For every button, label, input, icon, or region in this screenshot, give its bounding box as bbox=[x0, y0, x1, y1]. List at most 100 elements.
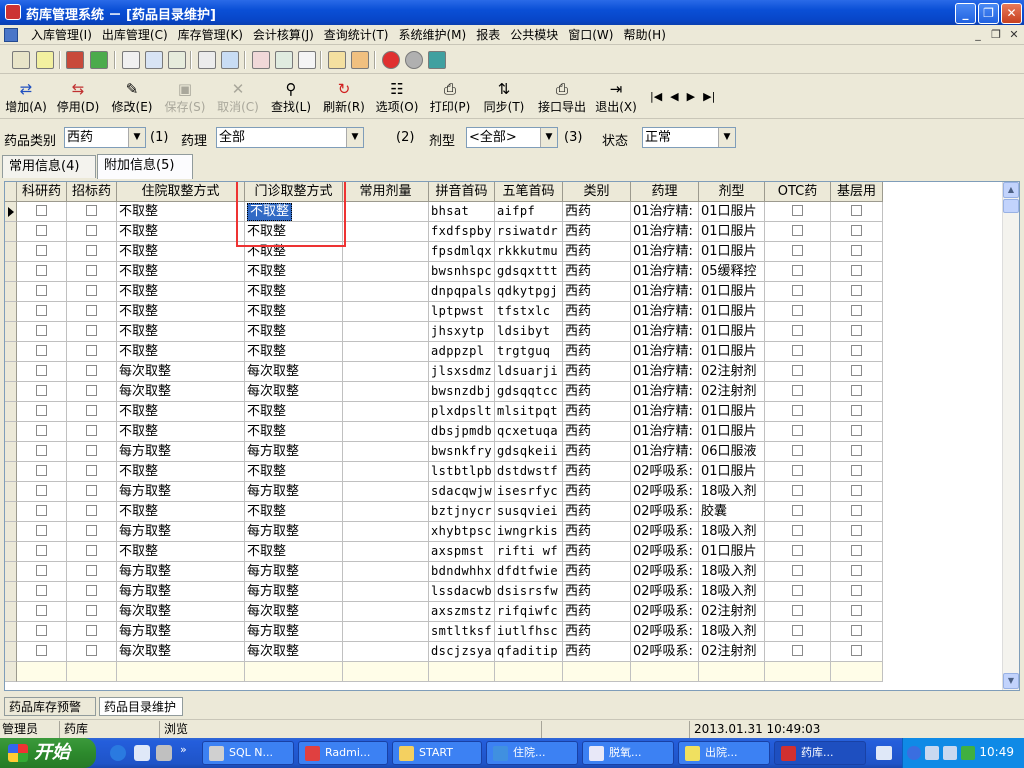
cell-research[interactable] bbox=[17, 502, 67, 522]
cell-research[interactable] bbox=[17, 222, 67, 242]
thermometer-icon[interactable] bbox=[351, 51, 369, 69]
book-icon[interactable] bbox=[66, 51, 84, 69]
restore-button[interactable]: ❐ bbox=[978, 3, 999, 24]
cell-tender[interactable] bbox=[67, 322, 117, 342]
table-row[interactable]: 不取整 不取整 plxdpslt mlsitpqt 西药 01治疗精: 01口服片 bbox=[5, 402, 883, 422]
cell-pharmacology[interactable]: 02呼吸系: bbox=[631, 562, 699, 582]
cell-wubi-code[interactable]: susqviei bbox=[495, 502, 563, 522]
cell-inpatient-rounding[interactable]: 不取整 bbox=[117, 342, 245, 362]
row-indicator[interactable] bbox=[5, 622, 17, 642]
cell-pharmacology[interactable]: 01治疗精: bbox=[631, 342, 699, 362]
status-select[interactable]: 正常 ▼ bbox=[642, 127, 736, 148]
cell-wubi-code[interactable]: gdsqxttt bbox=[495, 262, 563, 282]
cell-common-dose[interactable] bbox=[343, 602, 429, 622]
sync-button[interactable]: ⇅ 同步(T) bbox=[481, 79, 527, 117]
checkbox[interactable] bbox=[86, 345, 97, 356]
checkbox[interactable] bbox=[86, 245, 97, 256]
cell-pharmacology[interactable]: 01治疗精: bbox=[631, 202, 699, 222]
cell-outpatient-rounding[interactable]: 每方取整 bbox=[245, 442, 343, 462]
cell-common-dose[interactable] bbox=[343, 622, 429, 642]
cell-wubi-code[interactable]: tfstxlc bbox=[495, 302, 563, 322]
cell-pinyin-code[interactable]: bdndwhhx bbox=[429, 562, 495, 582]
column-header-wubi-code[interactable]: 五笔首码 bbox=[495, 182, 563, 202]
cell-dosage-form[interactable]: 02注射剂 bbox=[699, 382, 765, 402]
mdi-restore-button[interactable]: ❐ bbox=[988, 28, 1004, 42]
magnifier-icon[interactable] bbox=[298, 51, 316, 69]
cell-outpatient-rounding[interactable]: 每方取整 bbox=[245, 582, 343, 602]
checkbox[interactable] bbox=[792, 365, 803, 376]
cell-research[interactable] bbox=[17, 302, 67, 322]
cell-common-dose[interactable] bbox=[343, 222, 429, 242]
cell-dosage-form[interactable]: 01口服片 bbox=[699, 222, 765, 242]
cell-pinyin-code[interactable]: bwsnkfry bbox=[429, 442, 495, 462]
approve-icon[interactable] bbox=[90, 51, 108, 69]
checkbox[interactable] bbox=[36, 565, 47, 576]
cell-pinyin-code[interactable]: dbsjpmdb bbox=[429, 422, 495, 442]
column-header-tender[interactable]: 招标药 bbox=[67, 182, 117, 202]
cell-inpatient-rounding[interactable]: 不取整 bbox=[117, 422, 245, 442]
cell-inpatient-rounding[interactable]: 每方取整 bbox=[117, 582, 245, 602]
cell-research[interactable] bbox=[17, 462, 67, 482]
cell-outpatient-rounding[interactable]: 不取整 bbox=[245, 502, 343, 522]
cell-category[interactable]: 西药 bbox=[563, 522, 631, 542]
cell-otc[interactable] bbox=[765, 402, 831, 422]
cell-wubi-code[interactable]: gdsqkeii bbox=[495, 442, 563, 462]
prev-record-icon[interactable]: ◀ bbox=[670, 90, 678, 103]
checkbox[interactable] bbox=[86, 425, 97, 436]
cell-otc[interactable] bbox=[765, 302, 831, 322]
cell-pharmacology[interactable]: 02呼吸系: bbox=[631, 582, 699, 602]
network-icon[interactable] bbox=[925, 746, 939, 760]
cell-research[interactable] bbox=[17, 582, 67, 602]
cell-outpatient-rounding[interactable]: 不取整 bbox=[245, 402, 343, 422]
checkbox[interactable] bbox=[36, 645, 47, 656]
cell-pharmacology[interactable]: 01治疗精: bbox=[631, 382, 699, 402]
checkbox[interactable] bbox=[86, 405, 97, 416]
cell-research[interactable] bbox=[17, 442, 67, 462]
checkbox[interactable] bbox=[36, 365, 47, 376]
cell-otc[interactable] bbox=[765, 282, 831, 302]
checkbox[interactable] bbox=[851, 305, 862, 316]
cell-inpatient-rounding[interactable]: 每方取整 bbox=[117, 562, 245, 582]
cell-research[interactable] bbox=[17, 362, 67, 382]
cell-category[interactable]: 西药 bbox=[563, 482, 631, 502]
row-indicator[interactable] bbox=[5, 202, 17, 222]
checkbox[interactable] bbox=[86, 265, 97, 276]
cell-otc[interactable] bbox=[765, 322, 831, 342]
cell-primary-care[interactable] bbox=[831, 522, 883, 542]
cell-primary-care[interactable] bbox=[831, 602, 883, 622]
menu-accounting[interactable]: 会计核算(J) bbox=[248, 27, 319, 43]
cancel-button[interactable]: ✕ 取消(C) bbox=[216, 79, 260, 117]
minimize-button[interactable]: _ bbox=[955, 3, 976, 24]
cell-outpatient-rounding[interactable]: 不取整 bbox=[245, 262, 343, 282]
checkbox[interactable] bbox=[851, 225, 862, 236]
cell-pinyin-code[interactable] bbox=[429, 662, 495, 682]
checkbox[interactable] bbox=[851, 585, 862, 596]
cell-common-dose[interactable] bbox=[343, 242, 429, 262]
checkbox[interactable] bbox=[86, 565, 97, 576]
title-bar[interactable]: 药库管理系统 － [药品目录维护] _ ❐ ✕ bbox=[0, 0, 1024, 25]
cell-common-dose[interactable] bbox=[343, 542, 429, 562]
cell-tender[interactable] bbox=[67, 602, 117, 622]
cell-pharmacology[interactable]: 01治疗精: bbox=[631, 262, 699, 282]
cell-dosage-form[interactable]: 01口服片 bbox=[699, 322, 765, 342]
cell-common-dose[interactable] bbox=[343, 382, 429, 402]
cell-pinyin-code[interactable]: axspmst bbox=[429, 542, 495, 562]
checkbox[interactable] bbox=[86, 605, 97, 616]
cell-otc[interactable] bbox=[765, 562, 831, 582]
cell-primary-care[interactable] bbox=[831, 342, 883, 362]
checkbox[interactable] bbox=[792, 505, 803, 516]
cell-outpatient-rounding[interactable]: 不取整 bbox=[245, 282, 343, 302]
menu-query[interactable]: 查询统计(T) bbox=[319, 27, 394, 43]
calculator-icon[interactable] bbox=[252, 51, 270, 69]
cell-common-dose[interactable] bbox=[343, 322, 429, 342]
cell-outpatient-rounding[interactable]: 每方取整 bbox=[245, 482, 343, 502]
cell-research[interactable] bbox=[17, 622, 67, 642]
import-icon[interactable] bbox=[12, 51, 30, 69]
cell-outpatient-rounding[interactable]: 每次取整 bbox=[245, 602, 343, 622]
cell-dosage-form[interactable]: 18吸入剂 bbox=[699, 562, 765, 582]
list-icon[interactable] bbox=[145, 51, 163, 69]
checkbox[interactable] bbox=[36, 285, 47, 296]
checkbox[interactable] bbox=[851, 525, 862, 536]
chevron-down-icon[interactable]: ▼ bbox=[128, 128, 145, 147]
cell-pinyin-code[interactable]: lssdacwb bbox=[429, 582, 495, 602]
